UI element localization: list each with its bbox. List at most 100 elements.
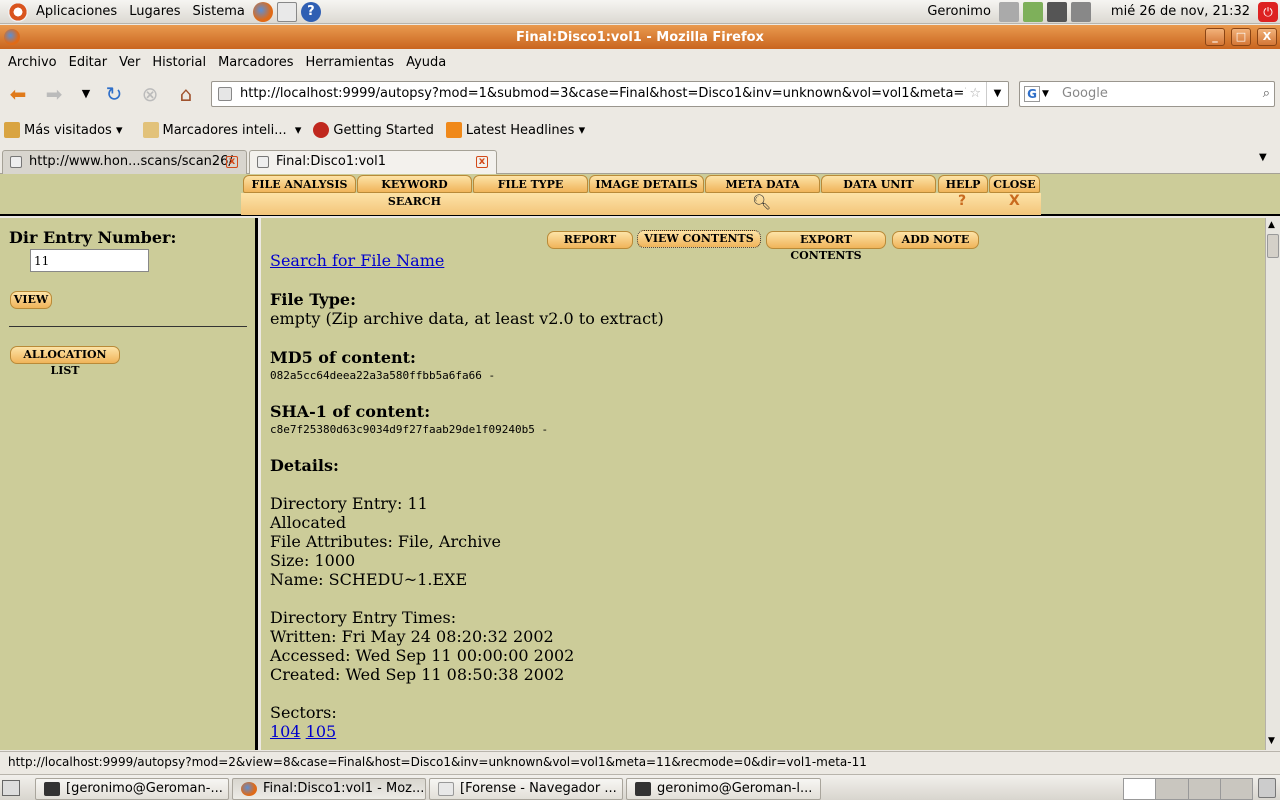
bookmark-star-icon[interactable]: ☆ — [966, 82, 984, 106]
tab-keyword-search[interactable]: Keyword Search — [357, 175, 472, 208]
sector-link[interactable]: 104 — [270, 722, 301, 741]
close-tab-icon[interactable]: x — [226, 156, 238, 168]
battery-icon[interactable] — [1022, 1, 1043, 22]
menu-ver[interactable]: Ver — [113, 55, 146, 70]
bookmark-getting-started[interactable]: Getting Started — [313, 122, 434, 138]
tab-list-dropdown-icon[interactable]: ▼ — [1259, 152, 1267, 163]
user-name[interactable]: Geronimo — [921, 0, 997, 24]
firefox-window-icon[interactable] — [4, 29, 20, 45]
download-icon[interactable] — [998, 1, 1019, 22]
power-icon[interactable]: ⏻ — [1258, 1, 1278, 22]
tab-final-disco1[interactable]: Final:Disco1:vol1 x — [249, 150, 497, 174]
workspace-2[interactable] — [1156, 779, 1189, 799]
bookmark-label: Getting Started — [333, 122, 434, 138]
menu-archivo[interactable]: Archivo — [2, 55, 63, 70]
tab-label: http://www.hon...scans/scan26/ — [29, 154, 233, 169]
workspace-switcher[interactable] — [1123, 778, 1253, 800]
menu-historial[interactable]: Historial — [146, 55, 212, 70]
menu-marcadores[interactable]: Marcadores — [212, 55, 299, 70]
time-written: Written: Fri May 24 08:20:32 2002 — [270, 627, 554, 646]
menu-ayuda[interactable]: Ayuda — [400, 55, 452, 70]
ubuntu-logo-icon[interactable] — [8, 1, 28, 22]
scroll-down-icon[interactable]: ▼ — [1268, 736, 1275, 746]
reload-icon[interactable]: ↻ — [100, 81, 128, 107]
bottom-taskbar: [geronimo@Geroman-... Final:Disco1:vol1 … — [0, 774, 1280, 800]
workspace-1[interactable] — [1124, 779, 1157, 799]
bookmark-marcadores-inteligentes[interactable]: Marcadores inteli... ▾ — [142, 122, 301, 138]
workspace-4[interactable] — [1221, 779, 1252, 799]
tab-help[interactable]: Help — [938, 175, 988, 193]
menu-lugares[interactable]: Lugares — [123, 0, 186, 24]
task-terminal-1[interactable]: [geronimo@Geroman-... — [35, 778, 229, 800]
file-browser-icon — [438, 782, 454, 796]
report-button[interactable]: Report — [547, 231, 633, 249]
maximize-button[interactable]: □ — [1231, 28, 1251, 46]
back-arrow-icon[interactable]: ⬅ — [4, 81, 32, 107]
task-terminal-2[interactable]: geronimo@Geroman-l... — [626, 778, 821, 800]
dir-entry-input[interactable] — [30, 249, 149, 272]
scroll-thumb[interactable] — [1267, 234, 1279, 258]
menubar: Archivo Editar Ver Historial Marcadores … — [0, 50, 1280, 74]
close-tab-icon[interactable]: x — [476, 156, 488, 168]
trash-icon[interactable] — [1258, 778, 1276, 798]
detail-directory-entry: Directory Entry: 11 — [270, 494, 428, 513]
vertical-scrollbar[interactable]: ▲ ▼ — [1265, 218, 1280, 750]
tab-favicon-icon — [257, 156, 269, 168]
tab-meta-data[interactable]: Meta Data — [705, 175, 820, 193]
forward-arrow-icon[interactable]: ➡ — [40, 81, 68, 107]
scroll-up-icon[interactable]: ▲ — [1268, 220, 1275, 230]
help-question-icon[interactable]: ? — [958, 193, 966, 209]
bookmark-latest-headlines[interactable]: Latest Headlines ▾ — [445, 122, 585, 138]
bookmark-label: Más visitados — [24, 122, 112, 138]
home-icon[interactable]: ⌂ — [172, 81, 200, 107]
sector-link[interactable]: 105 — [306, 722, 337, 741]
minimize-button[interactable]: _ — [1205, 28, 1225, 46]
tab-file-analysis[interactable]: File Analysis — [243, 175, 356, 193]
details-label: Details: — [270, 456, 339, 475]
firefox-launcher-icon[interactable] — [252, 1, 273, 22]
autopsy-tab-strip — [241, 193, 1041, 215]
tab-file-type[interactable]: File Type — [473, 175, 588, 193]
task-file-browser[interactable]: [Forense - Navegador ... — [429, 778, 623, 800]
allocation-list-button[interactable]: Allocation List — [10, 346, 120, 377]
url-dropdown-icon[interactable]: ▼ — [986, 82, 1008, 106]
add-note-button[interactable]: Add Note — [892, 231, 979, 249]
volume-icon[interactable] — [1070, 1, 1091, 22]
menu-herramientas[interactable]: Herramientas — [300, 55, 401, 70]
search-file-name-link[interactable]: Search for File Name — [270, 251, 444, 270]
mail-launcher-icon[interactable] — [276, 1, 297, 22]
help-launcher-icon[interactable]: ? — [300, 1, 321, 22]
close-x-icon[interactable]: X — [1009, 193, 1020, 209]
file-type-label: File Type: — [270, 290, 356, 309]
task-firefox[interactable]: Final:Disco1:vol1 - Moz... — [232, 778, 426, 800]
history-dropdown-icon[interactable]: ▼ — [72, 81, 100, 107]
network-icon[interactable] — [1046, 1, 1067, 22]
detail-size: Size: 1000 — [270, 551, 356, 570]
tab-data-unit[interactable]: Data Unit — [821, 175, 936, 193]
workspace-3[interactable] — [1189, 779, 1221, 799]
bookmark-mas-visitados[interactable]: Más visitados ▾ — [4, 122, 123, 138]
stop-icon[interactable]: ⊗ — [136, 81, 164, 107]
search-input[interactable]: G ▼ Google ⌕ — [1019, 81, 1275, 107]
google-engine-icon[interactable]: G — [1024, 86, 1040, 102]
window-title: Final:Disco1:vol1 - Mozilla Firefox — [516, 29, 764, 45]
view-button[interactable]: View — [10, 291, 52, 309]
engine-dropdown-icon[interactable]: ▼ — [1042, 82, 1049, 106]
menu-aplicaciones[interactable]: Aplicaciones — [30, 0, 123, 24]
menu-editar[interactable]: Editar — [63, 55, 114, 70]
show-desktop-icon[interactable] — [2, 780, 20, 796]
export-contents-button[interactable]: Export Contents — [766, 231, 886, 262]
tab-close[interactable]: Close — [989, 175, 1040, 193]
tab-honeynet-scan[interactable]: http://www.hon...scans/scan26/ x — [2, 150, 247, 174]
task-label: Final:Disco1:vol1 - Moz... — [263, 781, 425, 796]
tab-image-details[interactable]: Image Details — [589, 175, 704, 193]
close-window-button[interactable]: X — [1257, 28, 1277, 46]
status-bar: http://localhost:9999/autopsy?mod=2&view… — [0, 751, 1280, 773]
times-heading: Directory Entry Times: — [270, 608, 457, 627]
menu-sistema[interactable]: Sistema — [187, 0, 251, 24]
search-icon[interactable]: ⌕ — [1263, 82, 1270, 106]
url-input[interactable]: http://localhost:9999/autopsy?mod=1&subm… — [211, 81, 1009, 107]
view-contents-button[interactable]: View Contents — [637, 230, 761, 248]
clock[interactable]: mié 26 de nov, 21:32 — [1105, 0, 1256, 24]
time-accessed: Accessed: Wed Sep 11 00:00:00 2002 — [270, 646, 575, 665]
